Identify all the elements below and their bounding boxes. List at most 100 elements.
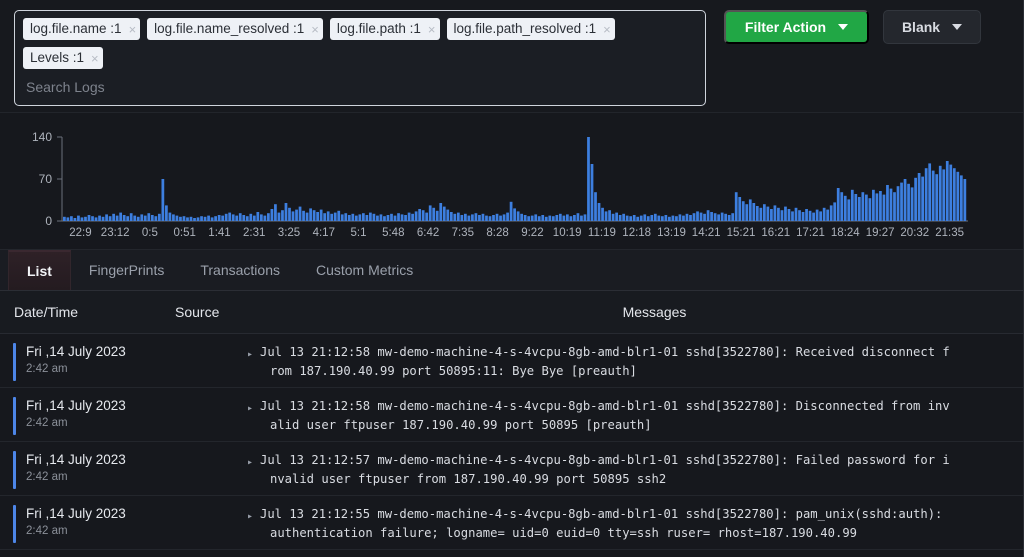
close-icon[interactable]: × [129, 23, 137, 36]
chart-bar [102, 217, 105, 221]
filter-chip[interactable]: Levels :1× [23, 47, 103, 69]
close-icon[interactable]: × [311, 23, 319, 36]
chart-x-tick-label: 3:25 [278, 227, 300, 239]
chart-bar [942, 169, 945, 221]
tab-label: List [27, 263, 52, 279]
chart-bar [288, 208, 291, 221]
chart-bar [784, 207, 787, 221]
chart-bar [341, 214, 344, 221]
row-time: 2:42 am [26, 523, 126, 539]
tab-transactions[interactable]: Transactions [182, 250, 298, 290]
search-filter-box[interactable]: log.file.name :1× log.file.name_resolved … [14, 10, 706, 106]
filter-chip[interactable]: log.file.name :1× [23, 18, 140, 40]
chart-bar [598, 203, 601, 221]
row-message-line1: Jul 13 21:12:58 mw-demo-machine-4-s-4vcp… [260, 399, 950, 413]
chart-bar [183, 216, 186, 221]
chart-bar [492, 215, 495, 221]
row-time: 2:42 am [26, 415, 126, 431]
chevron-down-icon [952, 24, 962, 30]
chart-bar [161, 179, 164, 221]
row-message-cell: ▸Jul 13 21:12:58 mw-demo-machine-4-s-4vc… [240, 343, 1024, 381]
close-icon[interactable]: × [603, 23, 611, 36]
tab-custom-metrics[interactable]: Custom Metrics [298, 250, 431, 290]
table-row[interactable]: Fri ,14 July 20232:42 am▸Jul 13 21:12:57… [0, 442, 1024, 496]
chart-y-axis: 070140 [32, 130, 62, 228]
row-date: Fri ,14 July 2023 [26, 397, 126, 414]
chart-bar [538, 216, 541, 221]
log-volume-chart[interactable]: 070140 22:923:120:50:511:412:313:254:175… [0, 113, 1024, 250]
chart-x-tick-label: 6:42 [417, 227, 439, 239]
tab-fingerprints[interactable]: FingerPrints [71, 250, 182, 290]
chart-bar [956, 172, 959, 221]
chart-bar [109, 216, 112, 221]
chart-bar [844, 196, 847, 221]
chart-bar [211, 217, 214, 221]
chart-bar [869, 198, 872, 221]
chart-bar [615, 213, 618, 221]
chart-bar [777, 208, 780, 221]
close-icon[interactable]: × [91, 52, 99, 65]
chart-bar [351, 214, 354, 221]
chart-bar [577, 213, 580, 221]
expand-row-icon[interactable]: ▸ [247, 345, 253, 364]
chart-bar [949, 165, 952, 221]
chart-bar [580, 216, 583, 221]
table-row[interactable]: Fri ,14 July 20232:42 am▸Jul 13 21:12:58… [0, 334, 1024, 388]
chart-x-tick-label: 11:19 [588, 227, 616, 239]
chart-bar [436, 211, 439, 221]
close-icon[interactable]: × [428, 23, 436, 36]
chart-bar [408, 213, 411, 221]
row-message-line1: Jul 13 21:12:55 mw-demo-machine-4-s-4vcp… [260, 507, 942, 521]
chart-bar [904, 179, 907, 221]
filter-chip[interactable]: log.file.name_resolved :1× [147, 18, 323, 40]
table-row[interactable]: Fri ,14 July 20232:42 am ▸ Jul 13 21:12:58… [0, 388, 1024, 442]
chart-y-tick-label: 70 [39, 172, 53, 186]
chart-bar [928, 163, 931, 221]
chart-bar [267, 213, 270, 221]
chart-bar [897, 186, 900, 221]
chart-bar [98, 216, 101, 221]
chart-bar [636, 217, 639, 221]
chart-bar [510, 202, 513, 221]
chart-bar [362, 213, 365, 221]
chart-bar [643, 214, 646, 221]
tab-list[interactable]: List [8, 250, 71, 290]
chart-bar [140, 214, 143, 221]
chart-bar [292, 211, 295, 221]
blank-dropdown-button[interactable]: Blank [883, 10, 981, 44]
expand-row-icon[interactable]: ▸ [247, 453, 253, 472]
chart-bar [323, 213, 326, 221]
chart-x-tick-label: 8:28 [486, 227, 508, 239]
chart-bar [197, 217, 200, 221]
chart-bar [503, 214, 506, 221]
chart-bar [700, 213, 703, 221]
chart-y-tick-label: 0 [45, 214, 52, 228]
chart-bar [731, 213, 734, 221]
filter-action-button[interactable]: Filter Action [724, 10, 869, 44]
tab-label: Custom Metrics [316, 262, 413, 278]
chart-bar [879, 191, 882, 221]
chart-bar [781, 210, 784, 221]
chart-bar [380, 214, 383, 221]
expand-row-icon[interactable]: ▸ [247, 399, 253, 418]
chart-bar [299, 207, 302, 221]
expand-row-icon[interactable]: ▸ [247, 507, 253, 526]
chart-bar [932, 171, 935, 221]
search-input[interactable]: Search Logs [23, 76, 697, 99]
chart-bar [232, 214, 235, 221]
log-table-body[interactable]: Fri ,14 July 20232:42 am▸Jul 13 21:12:58… [0, 334, 1024, 557]
chart-bar [411, 214, 414, 221]
filter-chip[interactable]: log.file.path_resolved :1× [447, 18, 615, 40]
chart-bar [689, 215, 692, 221]
chart-bar [235, 216, 238, 221]
filter-chip[interactable]: log.file.path :1× [330, 18, 440, 40]
chart-bar [376, 216, 379, 221]
table-row[interactable]: Fri ,14 July 20232:42 am▸Jul 13 21:12:55… [0, 496, 1024, 550]
severity-accent-bar [13, 397, 16, 435]
chart-bar [548, 216, 551, 221]
chart-bar [253, 216, 256, 221]
chart-bar [745, 204, 748, 221]
tab-label: FingerPrints [89, 262, 164, 278]
chart-x-tick-label: 21:35 [935, 227, 964, 239]
chart-bar [647, 216, 650, 221]
